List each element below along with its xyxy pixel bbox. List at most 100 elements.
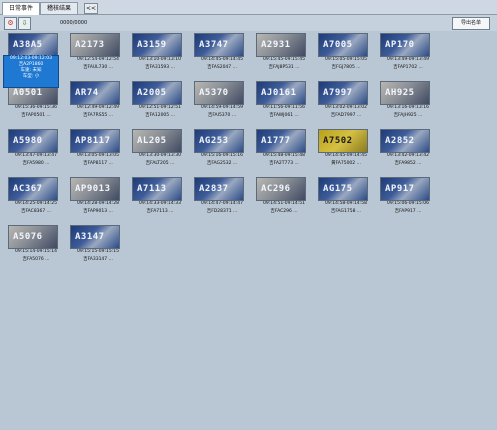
- plate-thumbnail[interactable]: AG175: [318, 177, 368, 201]
- capture-time: 09:15:16-09:15:16: [200, 153, 244, 158]
- record-counter: 0000/0000: [60, 20, 88, 26]
- vehicle-card[interactable]: A2931 09:15:45-09:15:45 吉FAJ8P531 ...: [254, 33, 314, 83]
- plate-thumbnail-text: AG175: [323, 184, 353, 194]
- plate-thumbnail[interactable]: A3747: [194, 33, 244, 57]
- license-plate-label: 吉FA33147 ...: [83, 257, 113, 262]
- license-plate-label: 吉FAP8117 ...: [83, 161, 113, 166]
- plate-thumbnail[interactable]: AC296: [256, 177, 306, 201]
- plate-thumbnail[interactable]: A7997: [318, 81, 368, 105]
- vehicle-card[interactable]: A3147 09:15:15-09:15:15 吉FA33147 ...: [68, 225, 128, 275]
- plate-thumbnail-text: A38A5: [13, 40, 43, 50]
- capture-time: 09:14:45-09:14:45: [200, 57, 244, 62]
- plate-thumbnail[interactable]: AP917: [380, 177, 430, 201]
- collapse-button[interactable]: <<: [84, 3, 98, 14]
- plate-thumbnail[interactable]: A5370: [194, 81, 244, 105]
- vehicle-card[interactable]: AC367 09:14:25-09:14:25 吉FAC8367 ...: [6, 177, 66, 227]
- license-plate-label: 吉FA5980 ...: [22, 161, 50, 166]
- plate-thumbnail[interactable]: A7005: [318, 33, 368, 57]
- plate-thumbnail[interactable]: A2005: [132, 81, 182, 105]
- vehicle-card[interactable]: AP9013 09:14:28-09:14:28 吉FAP9013 ...: [68, 177, 128, 227]
- vehicle-card[interactable]: A2837 09:14:47-09:14:47 吉FD28371 ...: [192, 177, 252, 227]
- vehicle-card[interactable]: AG253 09:15:16-09:15:16 吉FAG2532 ...: [192, 129, 252, 179]
- plate-thumbnail-text: AH925: [385, 88, 415, 98]
- plate-thumbnail-text: AC367: [13, 184, 43, 194]
- settings-icon[interactable]: ⚙: [4, 17, 17, 30]
- plate-thumbnail[interactable]: AG253: [194, 129, 244, 153]
- tab-daily-events[interactable]: 日常事件: [2, 2, 41, 15]
- vehicle-card[interactable]: A7005 09:15:05-09:15:05 吉FGJ7805 ...: [316, 33, 376, 83]
- vehicle-card[interactable]: A0501 09:15:36-09:15:36 吉FAP0501 ...: [6, 81, 66, 131]
- license-plate-label: 吉FA5076 ...: [22, 257, 50, 262]
- vehicle-card[interactable]: AJ0161 09:11:56-09:11:56 吉FAWJ061 ...: [254, 81, 314, 131]
- license-plate-label: 吉FAC8367 ...: [21, 209, 51, 214]
- plate-thumbnail[interactable]: A3159: [132, 33, 182, 57]
- plate-thumbnail[interactable]: AL205: [132, 129, 182, 153]
- plate-thumbnail[interactable]: AP170: [380, 33, 430, 57]
- vehicle-card[interactable]: A1777 09:15:48-09:15:48 吉FA2T773 ...: [254, 129, 314, 179]
- vehicle-card[interactable]: AP8117 09:13:05-09:13:05 吉FAP8117 ...: [68, 129, 128, 179]
- plate-thumbnail[interactable]: AH925: [380, 81, 430, 105]
- download-icon[interactable]: ⇩: [18, 17, 31, 30]
- plate-thumbnail[interactable]: A7113: [132, 177, 182, 201]
- plate-thumbnail[interactable]: AP8117: [70, 129, 120, 153]
- vehicle-card[interactable]: A5980 09:13:47-09:13:47 吉FA5980 ...: [6, 129, 66, 179]
- vehicle-card[interactable]: A5076 09:15:14-09:15:14 吉FA5076 ...: [6, 225, 66, 275]
- capture-time: 09:15:45-09:15:45: [262, 57, 306, 62]
- vehicle-card[interactable]: AL205 09:13:30-09:13:30 吉FALT205 ...: [130, 129, 190, 179]
- vehicle-card[interactable]: A2173 09:12:54-09:12:54 吉FAUL730 ...: [68, 33, 128, 83]
- tab-bar: 日常事件 稽核结果 <<: [0, 0, 497, 15]
- plate-thumbnail[interactable]: A5980: [8, 129, 58, 153]
- vehicle-card[interactable]: A3747 09:14:45-09:14:45 吉FAS2047 ...: [192, 33, 252, 83]
- license-plate-label: 吉FA7RS55 ...: [82, 113, 114, 118]
- license-plate-label: 吉FA12005 ...: [145, 113, 175, 118]
- capture-time: 09:13:05-09:13:05: [76, 153, 120, 158]
- plate-thumbnail-text: AP9013: [75, 184, 111, 194]
- capture-time: 09:13:30-09:13:30: [138, 153, 182, 158]
- capture-time: 09:13:47-09:13:47: [14, 153, 58, 158]
- plate-thumbnail-text: AL205: [137, 136, 167, 146]
- vehicle-card[interactable]: A7997 09:13:02-09:13:02 吉FAD7997 ...: [316, 81, 376, 131]
- plate-thumbnail[interactable]: A38A5: [8, 33, 58, 57]
- plate-thumbnail[interactable]: A2852: [380, 129, 430, 153]
- plate-thumbnail[interactable]: AC367: [8, 177, 58, 201]
- capture-time: 09:13:49-09:13:49: [386, 57, 430, 62]
- plate-thumbnail[interactable]: AJ0161: [256, 81, 306, 105]
- license-plate-label: 吉FAUL730 ...: [83, 65, 113, 70]
- plate-thumbnail[interactable]: A1777: [256, 129, 306, 153]
- vehicle-card[interactable]: A3159 09:13:10-09:13:10 吉FA31593 ...: [130, 33, 190, 83]
- plate-thumbnail[interactable]: AR74: [70, 81, 120, 105]
- vehicle-card[interactable]: AG175 09:14:58-09:14:58 吉FAG1758 ...: [316, 177, 376, 227]
- capture-time: 09:12:51-09:12:51: [138, 105, 182, 110]
- vehicle-card[interactable]: A7502 09:14:45-09:14:45 黄FA75002 ...: [316, 129, 376, 179]
- vehicle-card[interactable]: AC296 09:14:51-09:14:51 吉FAC296 ...: [254, 177, 314, 227]
- vehicle-card[interactable]: A2005 09:12:51-09:12:51 吉FA12005 ...: [130, 81, 190, 131]
- vehicle-card[interactable]: A7113 09:14:33-09:14:33 吉FA7113 ...: [130, 177, 190, 227]
- license-plate-label: 吉FD28371 ...: [206, 209, 238, 214]
- vehicle-card[interactable]: A5370 09:14:59-09:14:59 吉FAI5370 ...: [192, 81, 252, 131]
- plate-thumbnail[interactable]: AP9013: [70, 177, 120, 201]
- capture-time: 09:15:14-09:15:14: [14, 249, 58, 254]
- plate-thumbnail[interactable]: A2931: [256, 33, 306, 57]
- license-plate-label: 吉FAWJ061 ...: [269, 113, 299, 118]
- tab-audit-results[interactable]: 稽核结果: [40, 2, 79, 14]
- license-plate-label: 吉FAC296 ...: [270, 209, 298, 214]
- plate-thumbnail[interactable]: A7502: [318, 129, 368, 153]
- plate-thumbnail[interactable]: A2173: [70, 33, 120, 57]
- vehicle-card[interactable]: AP917 09:15:06-09:15:06 吉FAP917 ...: [378, 177, 438, 227]
- plate-thumbnail[interactable]: A3147: [70, 225, 120, 249]
- capture-time: 09:15:06-09:15:06: [386, 201, 430, 206]
- license-plate-label: 吉FAP9013 ...: [83, 209, 113, 214]
- export-list-button[interactable]: 导出名单: [452, 17, 490, 30]
- plate-thumbnail-text: AC296: [261, 184, 291, 194]
- vehicle-card[interactable]: AH925 09:13:16-09:13:16 吉FAJH925 ...: [378, 81, 438, 131]
- capture-time: 09:15:05-09:15:05: [324, 57, 368, 62]
- vehicle-card[interactable]: AR74 09:12:49-09:12:49 吉FA7RS55 ...: [68, 81, 128, 131]
- license-plate-label: 吉FAP1702 ...: [393, 65, 423, 70]
- plate-thumbnail-text: A2173: [75, 40, 105, 50]
- plate-thumbnail[interactable]: A5076: [8, 225, 58, 249]
- plate-thumbnail[interactable]: A2837: [194, 177, 244, 201]
- vehicle-card[interactable]: AP170 09:13:49-09:13:49 吉FAP1702 ...: [378, 33, 438, 83]
- license-plate-label: 吉FAP0501 ...: [21, 113, 51, 118]
- vehicle-card[interactable]: A2852 09:13:42-09:13:42 吉FA9852 ...: [378, 129, 438, 179]
- plate-thumbnail-text: A3747: [199, 40, 229, 50]
